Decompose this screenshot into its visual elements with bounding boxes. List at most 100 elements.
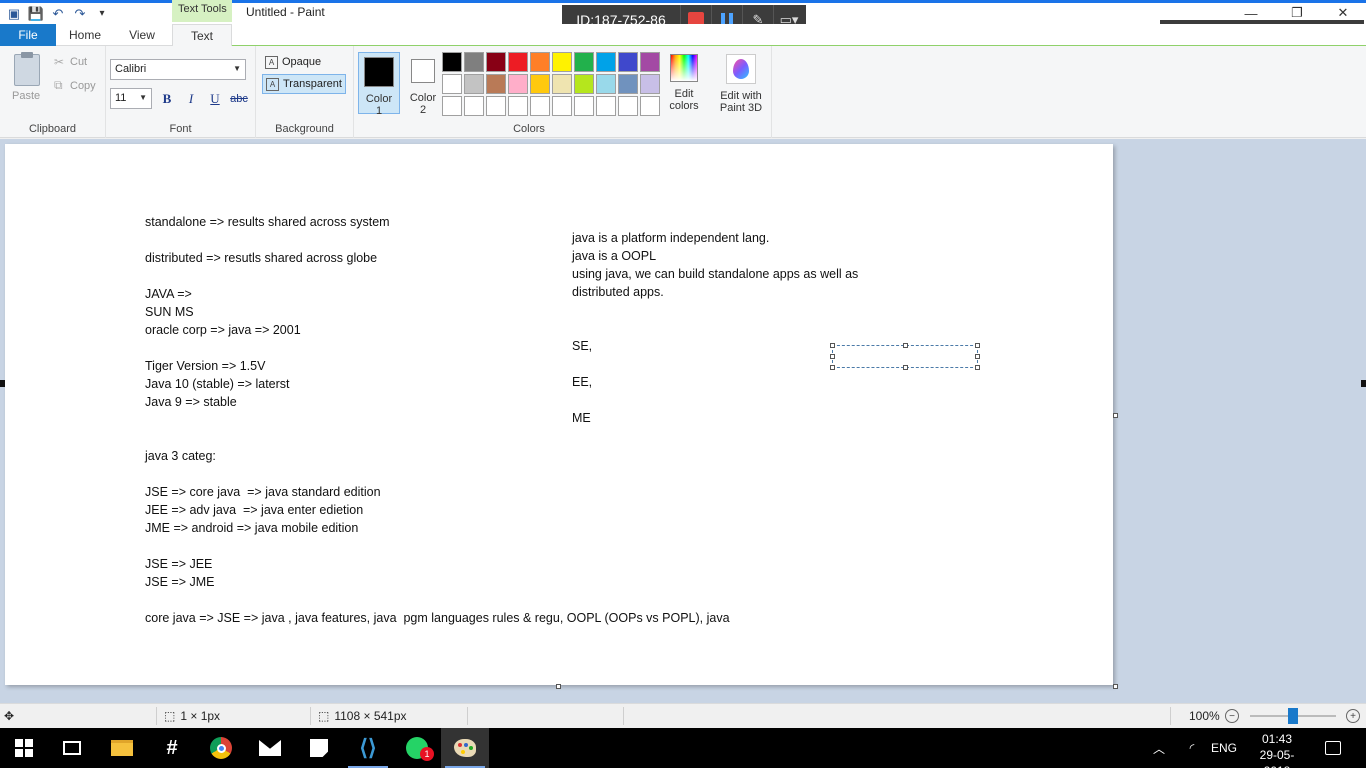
network-button[interactable]: ◜ [1180,728,1204,768]
palette-swatch[interactable] [464,52,484,72]
resize-handle[interactable] [903,365,908,370]
whatsapp-button[interactable]: 1 [393,728,441,768]
language-indicator[interactable]: ENG [1208,728,1240,768]
palette-swatch[interactable] [596,74,616,94]
divider [156,707,157,725]
canvas-resize-handle-bottom[interactable] [556,684,561,689]
cut-button[interactable]: ✂ Cut [54,55,87,69]
resize-handle[interactable] [975,365,980,370]
show-hidden-icons-button[interactable]: ︿ [1148,728,1170,768]
palette-swatch[interactable] [552,74,572,94]
font-family-select[interactable]: Calibri ▼ [110,59,246,80]
palette-swatch[interactable] [530,74,550,94]
slack-button[interactable]: # [148,728,196,768]
chrome-button[interactable] [197,728,245,768]
palette-swatch[interactable] [618,74,638,94]
palette-swatch[interactable] [442,74,462,94]
palette-swatch[interactable] [464,96,484,116]
palette-swatch[interactable] [442,96,462,116]
palette-swatch[interactable] [640,96,660,116]
transparent-button[interactable]: A Transparent [262,74,346,94]
color1-button[interactable]: Color 1 [358,52,400,117]
palette-swatch[interactable] [508,96,528,116]
palette-swatch[interactable] [508,52,528,72]
paste-icon[interactable] [14,52,40,86]
font-group: Calibri ▼ 11 ▼ B I U abc Font [106,46,256,138]
canvas-resize-handle-corner[interactable] [1113,684,1118,689]
canvas-text-line: distributed apps. [572,285,664,299]
edit-colors-button[interactable]: Edit colors [664,54,704,112]
task-view-button[interactable] [48,728,96,768]
italic-button[interactable]: I [182,91,200,107]
bold-button[interactable]: B [158,91,176,107]
font-size-select[interactable]: 11 ▼ [110,88,152,109]
tab-file[interactable]: File [0,24,56,46]
action-center-button[interactable] [1320,728,1346,768]
palette-swatch[interactable] [552,52,572,72]
resize-handle[interactable] [830,343,835,348]
mail-icon [259,740,281,756]
canvas-resize-handle-right[interactable] [1113,413,1118,418]
transparent-label: Transparent [283,78,342,90]
color1-swatch [364,57,394,87]
mail-button[interactable] [246,728,294,768]
chevron-down-icon: ▼ [233,64,241,73]
underline-button[interactable]: U [206,91,224,107]
vscode-button[interactable]: ⟨⟩ [344,728,392,768]
customize-qat-icon[interactable]: ▾ [94,6,110,22]
copy-button[interactable]: ⧉ Copy [54,78,96,93]
palette-swatch[interactable] [486,52,506,72]
palette-swatch[interactable] [640,74,660,94]
palette-swatch[interactable] [596,96,616,116]
save-icon[interactable]: 💾 [28,6,44,22]
system-clock[interactable]: 01:43 29-05-2018 [1248,731,1306,768]
tab-text[interactable]: Text [172,24,232,47]
palette-swatch[interactable] [618,52,638,72]
resize-handle[interactable] [975,343,980,348]
zoom-slider-thumb[interactable] [1288,708,1298,724]
paint-app-icon[interactable]: ▣ [6,6,22,22]
tab-home[interactable]: Home [62,24,108,46]
resize-handle[interactable] [903,343,908,348]
task-view-icon [63,741,81,755]
color-spectrum-icon [670,54,698,82]
palette-swatch[interactable] [640,52,660,72]
palette-swatch[interactable] [596,52,616,72]
zoom-out-button[interactable]: − [1225,709,1239,723]
edit-with-paint3d-button[interactable]: Edit with Paint 3D [714,54,768,114]
resize-handle[interactable] [830,354,835,359]
palette-swatch[interactable] [486,74,506,94]
sticky-notes-button[interactable] [295,728,343,768]
palette-swatch[interactable] [574,52,594,72]
strikethrough-button[interactable]: abc [230,91,248,107]
palette-swatch[interactable] [486,96,506,116]
sticky-notes-icon [310,739,328,757]
tab-view[interactable]: View [120,24,164,46]
palette-swatch[interactable] [530,52,550,72]
palette-swatch[interactable] [574,96,594,116]
zoom-in-button[interactable]: + [1346,709,1360,723]
paint-button[interactable] [441,728,489,768]
paint3d-line1: Edit with [720,90,762,102]
resize-handle[interactable] [975,354,980,359]
drawing-canvas[interactable]: standalone => results shared across syst… [5,144,1113,685]
file-explorer-button[interactable] [98,728,146,768]
undo-icon[interactable]: ↶ [50,6,66,22]
canvas-text-line: core java => JSE => java , java features… [145,611,730,625]
color2-button[interactable]: Color 2 [402,52,444,116]
resize-handle[interactable] [830,365,835,370]
active-text-box[interactable] [830,343,980,370]
selection-size: ⬚ 1 × 1px [164,709,220,723]
palette-swatch[interactable] [442,52,462,72]
opaque-button[interactable]: A Opaque [262,52,346,72]
palette-swatch[interactable] [464,74,484,94]
palette-swatch[interactable] [574,74,594,94]
palette-swatch[interactable] [508,74,528,94]
palette-swatch[interactable] [618,96,638,116]
start-button[interactable] [0,728,48,768]
redo-icon[interactable]: ↷ [72,6,88,22]
palette-swatch[interactable] [552,96,572,116]
paste-button[interactable]: Paste [12,90,40,102]
paint-palette-icon [454,739,476,757]
palette-swatch[interactable] [530,96,550,116]
